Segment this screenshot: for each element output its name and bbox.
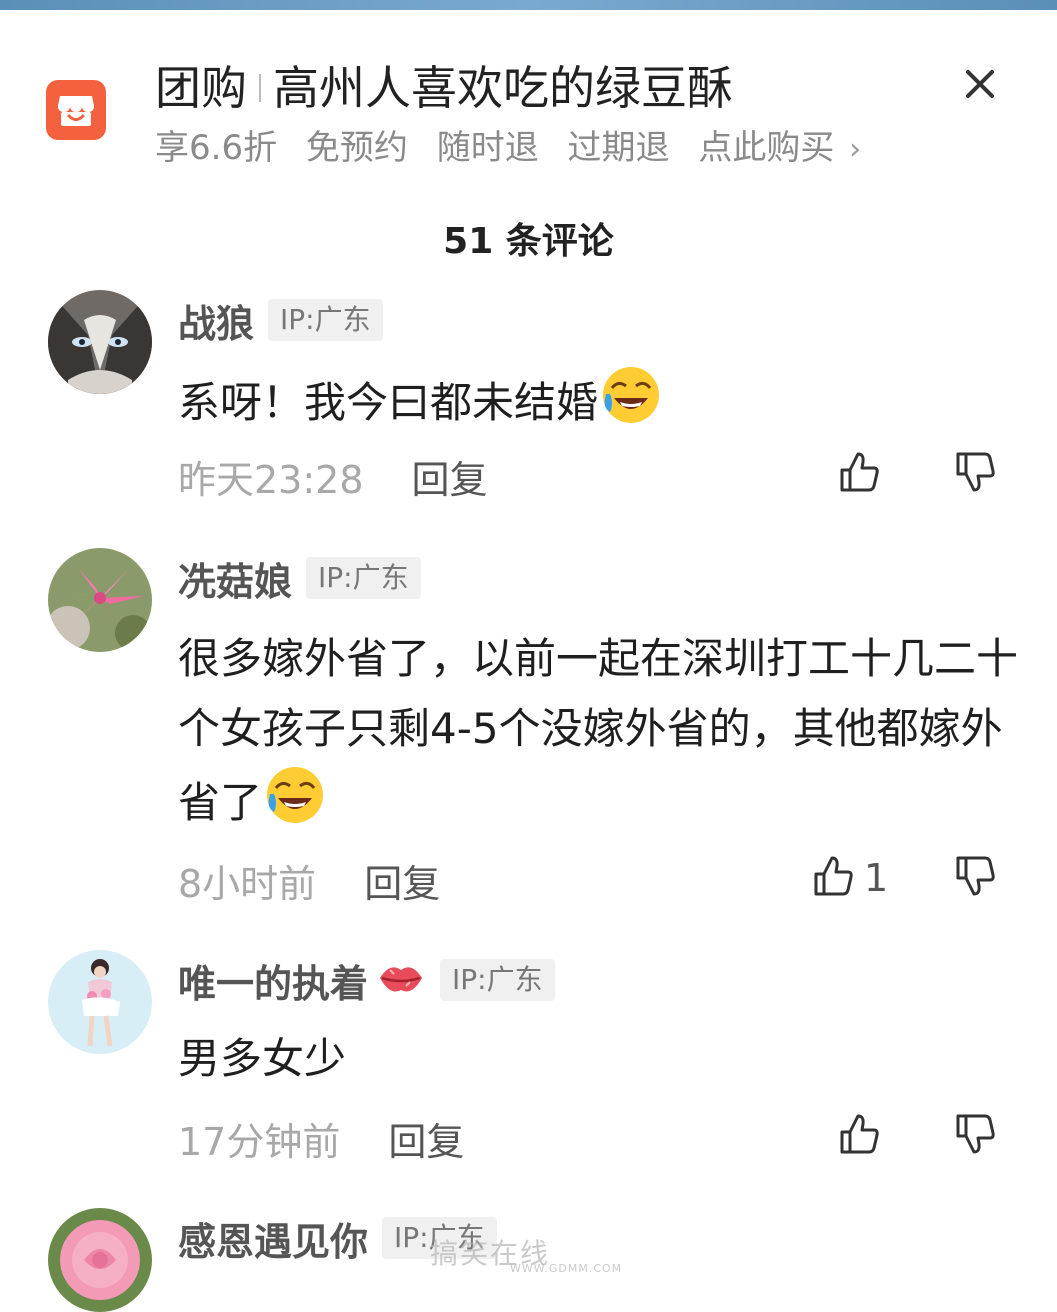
close-icon[interactable]	[958, 62, 1002, 106]
ip-badge: IP:广东	[306, 557, 421, 599]
comment-body: 系呀！我今曰都未结婚	[178, 378, 599, 427]
avatar[interactable]	[48, 950, 152, 1054]
comment-count: 51 条评论	[443, 221, 614, 262]
reply-button[interactable]: 回复	[388, 1111, 464, 1166]
status-strip	[0, 0, 1057, 10]
tag-refund-anytime: 随时退	[436, 128, 539, 168]
tag-no-reservation: 免预约	[305, 128, 408, 168]
title-divider	[259, 74, 261, 102]
banner-category: 团购	[155, 61, 247, 115]
tag-discount: 享6.6折	[155, 128, 278, 168]
tag-expired-refund: 过期退	[567, 128, 670, 168]
avatar[interactable]	[48, 548, 152, 652]
username[interactable]: 冼菇娘	[178, 551, 292, 606]
laugh-cry-emoji-icon	[264, 764, 326, 847]
timestamp: 17分钟前	[178, 1119, 341, 1164]
username[interactable]: 唯一的执着	[178, 953, 368, 1008]
dislike-button[interactable]	[954, 452, 998, 496]
comment-header: 冼菇娘 IP:广东	[178, 554, 421, 604]
dislike-button[interactable]	[954, 856, 998, 900]
ip-badge: IP:广东	[440, 959, 555, 1001]
like-button[interactable]	[838, 1114, 890, 1158]
like-button[interactable]: 1	[812, 856, 888, 900]
thumbs-down-icon	[954, 450, 998, 498]
thumbs-down-icon	[954, 1112, 998, 1160]
timestamp: 昨天23:28	[178, 457, 364, 502]
thumbs-up-icon	[812, 854, 856, 902]
site-watermark: 搞笑在线 WWW.GDMM.COM	[430, 1232, 640, 1276]
banner-title[interactable]: 团购 高州人喜欢吃的绿豆酥	[155, 58, 733, 118]
username[interactable]: 战狼	[178, 293, 254, 348]
comment-header: 战狼 IP:广东	[178, 296, 383, 346]
banner-tags[interactable]: 享6.6折 免预约 随时退 过期退 点此购买 ›	[155, 126, 879, 170]
thumbs-up-icon	[838, 450, 882, 498]
watermark-url: WWW.GDMM.COM	[510, 1262, 623, 1275]
like-button[interactable]	[838, 452, 890, 496]
chevron-right-icon: ›	[849, 132, 862, 167]
dislike-button[interactable]	[954, 1114, 998, 1158]
kiss-lips-icon	[376, 956, 426, 1004]
comment-text: 系呀！我今曰都未结婚	[178, 364, 1018, 447]
ip-badge: IP:广东	[268, 299, 383, 341]
reply-button[interactable]: 回复	[364, 853, 440, 908]
comment-text: 男多女少	[178, 1024, 1018, 1094]
banner-product: 高州人喜欢吃的绿豆酥	[273, 61, 733, 115]
thumbs-down-icon	[954, 854, 998, 902]
shop-icon[interactable]	[46, 80, 106, 140]
comment-meta: 8小时前 回复	[178, 850, 440, 910]
reply-button[interactable]: 回复	[412, 449, 488, 504]
comment-header: 唯一的执着 IP:广东	[178, 956, 555, 1006]
timestamp: 8小时前	[178, 861, 317, 906]
laugh-cry-emoji-icon	[600, 364, 662, 447]
comment-meta: 17分钟前 回复	[178, 1108, 464, 1168]
buy-link[interactable]: 点此购买	[698, 128, 834, 168]
comment-meta: 昨天23:28 回复	[178, 446, 488, 506]
thumbs-up-icon	[838, 1112, 882, 1160]
username[interactable]: 感恩遇见你	[178, 1211, 368, 1266]
like-count: 1	[864, 856, 889, 900]
comment-text: 很多嫁外省了，以前一起在深圳打工十几二十个女孩子只剩4-5个没嫁外省的，其他都嫁…	[178, 624, 1018, 847]
avatar[interactable]	[48, 290, 152, 394]
comment-body: 男多女少	[178, 1034, 347, 1083]
avatar[interactable]	[48, 1208, 152, 1312]
